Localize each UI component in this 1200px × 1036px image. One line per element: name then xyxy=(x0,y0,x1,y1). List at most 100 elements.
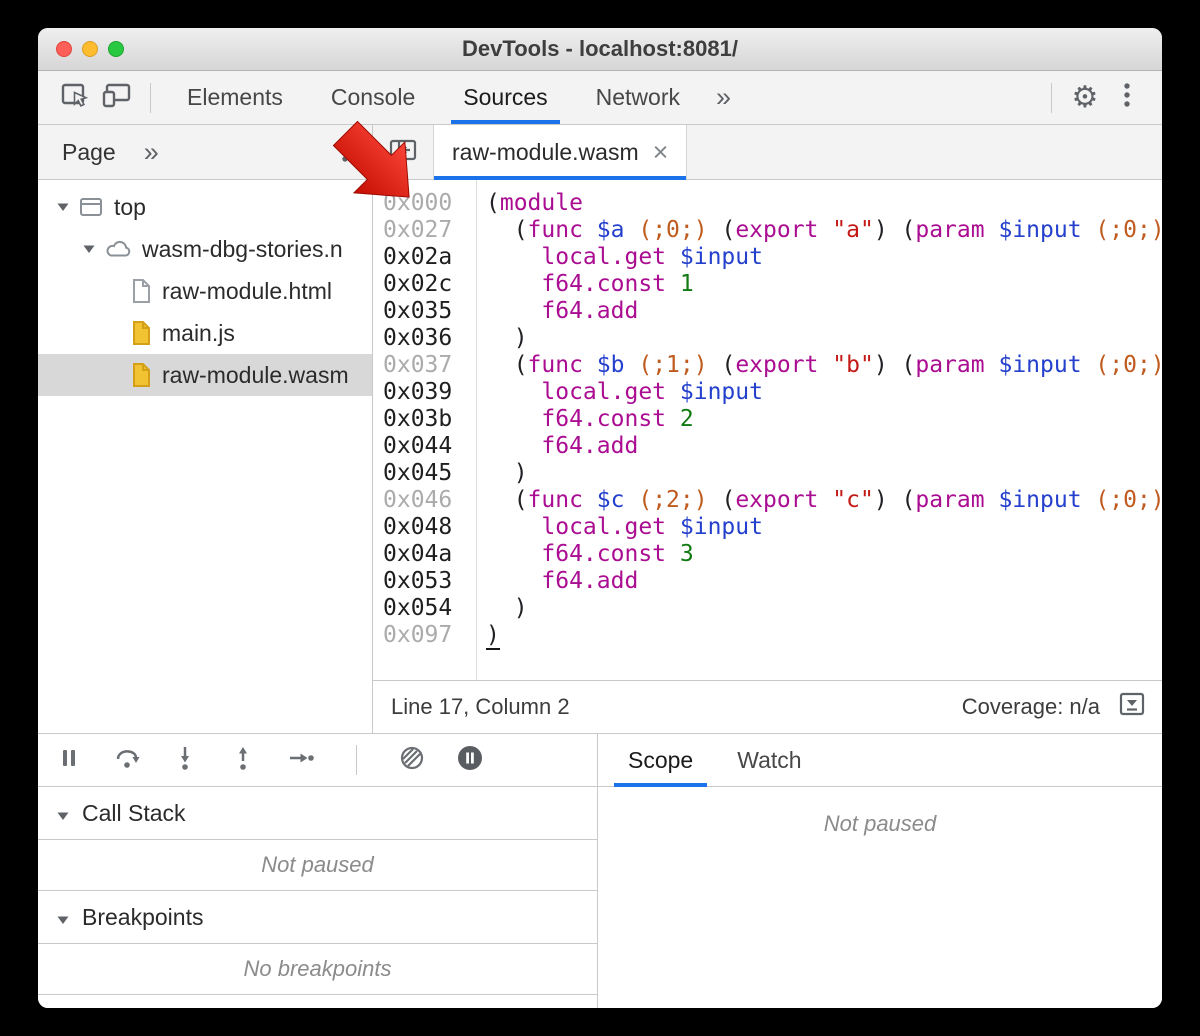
three-dot-menu-icon xyxy=(341,136,349,169)
code-line[interactable]: (func $c (;2;) (export "c") (param $inpu… xyxy=(486,487,1162,514)
code-line[interactable]: f64.const 2 xyxy=(486,406,1162,433)
navigator-menu-button[interactable] xyxy=(330,135,360,169)
inspect-cursor-icon xyxy=(60,81,90,114)
code-line[interactable]: (func $a (;0;) (export "a") (param $inpu… xyxy=(486,217,1162,244)
traffic-lights xyxy=(56,28,124,70)
cloud-icon xyxy=(104,238,132,260)
doc-yellow-icon xyxy=(130,320,152,346)
tree-item-wasm-dbg-stories-n[interactable]: wasm-dbg-stories.n xyxy=(38,228,372,270)
code-line[interactable]: ) xyxy=(486,622,1162,649)
device-toolbar-button[interactable] xyxy=(96,77,138,119)
line-address[interactable]: 0x03b xyxy=(383,406,476,433)
tree-item-main-js[interactable]: main.js xyxy=(38,312,372,354)
breakpoints-section-header[interactable]: Breakpoints xyxy=(38,891,597,944)
code-line[interactable]: f64.const 1 xyxy=(486,271,1162,298)
tab-console[interactable]: Console xyxy=(307,71,439,124)
tree-item-raw-module-html[interactable]: raw-module.html xyxy=(38,270,372,312)
tab-scope[interactable]: Scope xyxy=(606,734,715,786)
close-window-button[interactable] xyxy=(56,41,72,57)
line-address[interactable]: 0x039 xyxy=(383,379,476,406)
zoom-window-button[interactable] xyxy=(108,41,124,57)
line-address[interactable]: 0x045 xyxy=(383,460,476,487)
navigator-more-tabs-button[interactable]: » xyxy=(144,137,159,168)
debugger-sidebar: Call Stack Not paused Breakpoints No bre… xyxy=(38,734,598,1008)
editor-statusbar: Line 17, Column 2 Coverage: n/a xyxy=(373,680,1162,733)
line-address[interactable]: 0x037 xyxy=(383,352,476,379)
line-address[interactable]: 0x000 xyxy=(383,190,476,217)
debugger-toolbar xyxy=(38,734,597,787)
deactivate-breakpoints-button[interactable] xyxy=(397,746,427,774)
code-line[interactable]: (module xyxy=(486,190,1162,217)
step-icon xyxy=(287,745,315,776)
line-address[interactable]: 0x046 xyxy=(383,487,476,514)
line-address[interactable]: 0x044 xyxy=(383,433,476,460)
code-line[interactable]: ) xyxy=(486,595,1162,622)
step-out-button[interactable] xyxy=(228,746,258,774)
line-address[interactable]: 0x048 xyxy=(383,514,476,541)
navigator-sidebar: Page » topwasm-dbg-stories.nraw-module.h… xyxy=(38,125,373,733)
xhr-breakpoints-section-header[interactable]: XHR/fetch Breakpoints xyxy=(38,995,597,1008)
scope-tabbar: ScopeWatch xyxy=(598,734,1162,787)
tab-sources[interactable]: Sources xyxy=(439,71,571,124)
step-over-button[interactable] xyxy=(112,746,142,774)
tab-page[interactable]: Page xyxy=(62,139,116,166)
minimize-window-button[interactable] xyxy=(82,41,98,57)
close-tab-button[interactable]: × xyxy=(653,139,669,166)
line-address[interactable]: 0x035 xyxy=(383,298,476,325)
code-line[interactable]: f64.add xyxy=(486,568,1162,595)
line-address[interactable]: 0x02c xyxy=(383,271,476,298)
code-editor[interactable]: 0x0000x0270x02a0x02c0x0350x0360x0370x039… xyxy=(373,180,1162,680)
pause-script-button[interactable] xyxy=(54,746,84,774)
titlebar: DevTools - localhost:8081/ xyxy=(38,28,1162,71)
sources-panel: Page » topwasm-dbg-stories.nraw-module.h… xyxy=(38,125,1162,733)
step-button[interactable] xyxy=(286,746,316,774)
inspect-element-button[interactable] xyxy=(54,77,96,119)
tab-network[interactable]: Network xyxy=(572,71,704,124)
code-line[interactable]: f64.add xyxy=(486,298,1162,325)
code-line[interactable]: (func $b (;1;) (export "b") (param $inpu… xyxy=(486,352,1162,379)
editor-tab-raw-module-wasm[interactable]: raw-module.wasm × xyxy=(433,125,687,179)
tab-watch[interactable]: Watch xyxy=(715,734,823,786)
code-line[interactable]: ) xyxy=(486,460,1162,487)
expand-arrow-icon[interactable] xyxy=(52,202,74,212)
scope-panel: ScopeWatch Not paused xyxy=(598,734,1162,1008)
line-number-gutter: 0x0000x0270x02a0x02c0x0350x0360x0370x039… xyxy=(373,180,477,680)
line-address[interactable]: 0x027 xyxy=(383,217,476,244)
tree-item-raw-module-wasm[interactable]: raw-module.wasm xyxy=(38,354,372,396)
line-address[interactable]: 0x054 xyxy=(383,595,476,622)
cursor-position: Line 17, Column 2 xyxy=(391,694,570,720)
line-address[interactable]: 0x04a xyxy=(383,541,476,568)
line-address[interactable]: 0x036 xyxy=(383,325,476,352)
tree-item-top[interactable]: top xyxy=(38,186,372,228)
expand-panel-icon[interactable] xyxy=(1118,691,1146,723)
doc-icon xyxy=(130,278,152,304)
frame-icon xyxy=(78,196,104,218)
line-address[interactable]: 0x02a xyxy=(383,244,476,271)
xhr-breakpoints-title: XHR/fetch Breakpoints xyxy=(82,1008,315,1009)
step-into-button[interactable] xyxy=(170,746,200,774)
editor-tabbar: raw-module.wasm × xyxy=(373,125,1162,180)
code-line[interactable]: f64.add xyxy=(486,433,1162,460)
code-line[interactable]: f64.const 3 xyxy=(486,541,1162,568)
main-menu-button[interactable] xyxy=(1106,77,1148,119)
pause-on-exceptions-button[interactable] xyxy=(455,746,485,774)
tab-elements[interactable]: Elements xyxy=(163,71,307,124)
code-line[interactable]: ) xyxy=(486,325,1162,352)
expand-arrow-icon[interactable] xyxy=(78,244,100,254)
device-toolbar-icon xyxy=(102,82,132,114)
file-tree: topwasm-dbg-stories.nraw-module.htmlmain… xyxy=(38,180,372,733)
hide-navigator-button[interactable] xyxy=(373,125,433,179)
devtools-window: DevTools - localhost:8081/ ElementsConso… xyxy=(38,28,1162,1008)
code-line[interactable]: local.get $input xyxy=(486,379,1162,406)
call-stack-section-header[interactable]: Call Stack xyxy=(38,787,597,840)
line-address[interactable]: 0x097 xyxy=(383,622,476,649)
section-expand-arrow-icon xyxy=(56,800,70,827)
settings-button[interactable]: ⚙ xyxy=(1064,77,1106,119)
doc-yellow-icon xyxy=(130,362,152,388)
more-panels-button[interactable]: » xyxy=(704,82,743,113)
line-address[interactable]: 0x053 xyxy=(383,568,476,595)
code-line[interactable]: local.get $input xyxy=(486,244,1162,271)
code-line[interactable]: local.get $input xyxy=(486,514,1162,541)
window-title: DevTools - localhost:8081/ xyxy=(462,36,738,62)
code-lines: (module (func $a (;0;) (export "a") (par… xyxy=(477,180,1162,680)
